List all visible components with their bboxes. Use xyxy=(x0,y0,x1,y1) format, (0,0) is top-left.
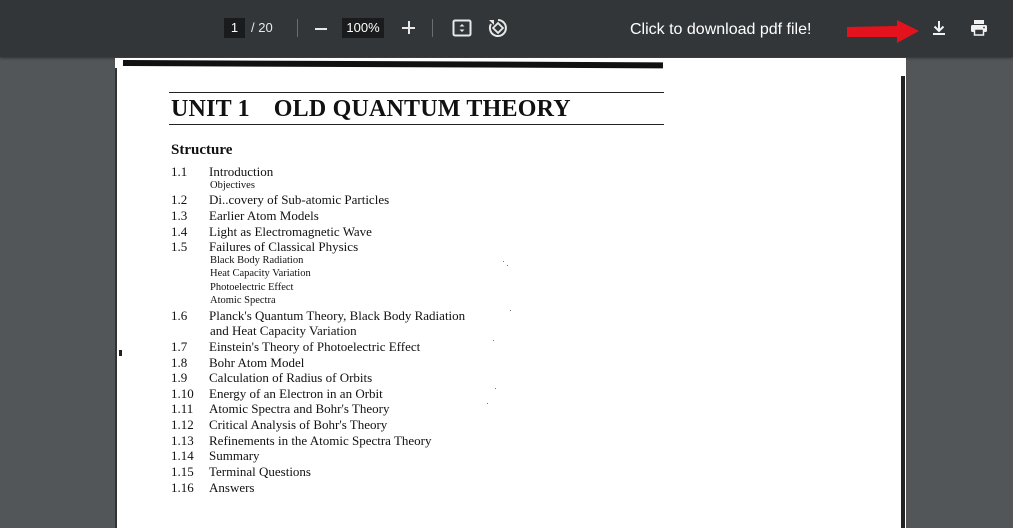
scan-speck xyxy=(495,388,496,389)
scan-speck xyxy=(503,261,504,262)
pdf-toolbar: 1 / 20 100% Click to download pdf file! xyxy=(0,0,1013,57)
toc-number: 1.6 xyxy=(171,308,188,323)
toc-entry: 1.13 Refinements in the Atomic Spectra Th… xyxy=(171,433,432,448)
toolbar-divider xyxy=(297,19,298,37)
toc-entry: 1.14 Summary xyxy=(171,448,260,463)
title-rule xyxy=(169,124,664,125)
toc-number: 1.2 xyxy=(171,192,188,207)
toc-entry: 1.11 Atomic Spectra and Bohr's Theory xyxy=(171,401,389,416)
toc-number: 1.10 xyxy=(171,386,194,401)
toc-subentry: Photoelectric Effect xyxy=(210,282,294,293)
download-icon[interactable] xyxy=(927,16,951,40)
toc-subentry: Black Body Radiation xyxy=(210,255,304,266)
zoom-in-icon[interactable] xyxy=(399,18,419,38)
scan-edge-mark xyxy=(901,76,905,528)
toc-title: Earlier Atom Models xyxy=(209,208,319,223)
toc-title: Refinements in the Atomic Spectra Theory xyxy=(209,433,432,448)
toc-entry: 1.4 Light as Electromagnetic Wave xyxy=(171,224,372,239)
scan-speck xyxy=(507,265,508,266)
toc-title: Calculation of Radius of Orbits xyxy=(209,370,373,385)
toc-title: Introduction xyxy=(209,164,274,179)
toc-entry: 1.6 Planck's Quantum Theory, Black Body R… xyxy=(171,308,465,323)
toc-number: 1.8 xyxy=(171,355,188,370)
toc-title: Di..covery of Sub-atomic Particles xyxy=(209,192,390,207)
toc-entry: 1.15 Terminal Questions xyxy=(171,464,311,479)
scan-speck xyxy=(493,340,494,341)
toc-number: 1.12 xyxy=(171,417,194,432)
toc-entry: 1.3 Earlier Atom Models xyxy=(171,208,319,223)
toc-title: Summary xyxy=(209,448,260,463)
toc-entry: 1.10 Energy of an Electron in an Orbit xyxy=(171,386,383,401)
toc-entry: 1.1 Introduction xyxy=(171,164,273,179)
toc-subentry: Heat Capacity Variation xyxy=(210,268,311,279)
unit-label: UNIT 1 xyxy=(171,96,250,122)
toc-continuation: and Heat Capacity Variation xyxy=(210,323,357,338)
page-total-label: / 20 xyxy=(251,20,273,35)
toc-number: 1.9 xyxy=(171,370,188,385)
toc-number: 1.4 xyxy=(171,224,188,239)
toc-entry: 1.7 Einstein's Theory of Photoelectric Ef… xyxy=(171,339,420,354)
toc-title: Bohr Atom Model xyxy=(209,355,305,370)
toc-entry: 1.8 Bohr Atom Model xyxy=(171,355,304,370)
toc-title: Critical Analysis of Bohr's Theory xyxy=(209,417,388,432)
download-prompt-text: Click to download pdf file! xyxy=(630,21,812,38)
toc-title: Einstein's Theory of Photoelectric Effec… xyxy=(209,339,421,354)
fit-page-icon[interactable] xyxy=(450,16,474,40)
toc-title: Answers xyxy=(209,480,255,495)
toc-entry: 1.16 Answers xyxy=(171,480,255,495)
scan-edge-mark xyxy=(115,68,117,528)
toc-entry: 1.2 Di..covery of Sub-atomic Particles xyxy=(171,192,389,207)
toc-title: Energy of an Electron in an Orbit xyxy=(209,386,383,401)
toc-number: 1.7 xyxy=(171,339,188,354)
toc-subentry: Objectives xyxy=(210,180,255,191)
toc-title: Terminal Questions xyxy=(209,464,311,479)
toc-title: Failures of Classical Physics xyxy=(209,239,359,254)
unit-title: UNIT 1 OLD QUANTUM THEORY xyxy=(171,96,571,123)
pdf-page: UNIT 1 OLD QUANTUM THEORY Structure 1.1 In… xyxy=(115,58,906,528)
toc-entry: 1.5 Failures of Classical Physics xyxy=(171,239,358,254)
toc-number: 1.14 xyxy=(171,448,194,463)
scan-edge-mark xyxy=(122,60,663,69)
rotate-icon[interactable] xyxy=(486,16,510,40)
toc-number: 1.15 xyxy=(171,464,194,479)
scan-speck xyxy=(487,403,488,404)
structure-heading: Structure xyxy=(171,142,233,158)
page-number-input[interactable]: 1 xyxy=(224,18,245,38)
toc-number: 1.3 xyxy=(171,208,188,223)
zoom-level-input[interactable]: 100% xyxy=(342,18,384,38)
toc-number: 1.11 xyxy=(171,401,194,416)
toc-title: Planck's Quantum Theory, Black Body Radi… xyxy=(209,308,466,323)
toc-number: 1.5 xyxy=(171,239,188,254)
toc-subentry: Atomic Spectra xyxy=(210,295,276,306)
title-rule xyxy=(169,92,664,93)
toc-title: Atomic Spectra and Bohr's Theory xyxy=(209,401,390,416)
toc-entry: 1.12 Critical Analysis of Bohr's Theory xyxy=(171,417,387,432)
print-icon[interactable] xyxy=(967,16,991,40)
toc-title: Light as Electromagnetic Wave xyxy=(209,224,372,239)
toc-number: 1.13 xyxy=(171,433,194,448)
unit-heading: OLD QUANTUM THEORY xyxy=(273,96,571,122)
toc-number: 1.16 xyxy=(171,480,194,495)
scan-speck xyxy=(510,310,511,311)
scan-speck xyxy=(119,350,122,356)
toc-entry: 1.9 Calculation of Radius of Orbits xyxy=(171,370,372,385)
red-arrow-icon xyxy=(845,19,921,45)
zoom-out-icon[interactable] xyxy=(312,18,330,38)
toc-number: 1.1 xyxy=(171,164,188,179)
toolbar-divider xyxy=(432,19,433,37)
